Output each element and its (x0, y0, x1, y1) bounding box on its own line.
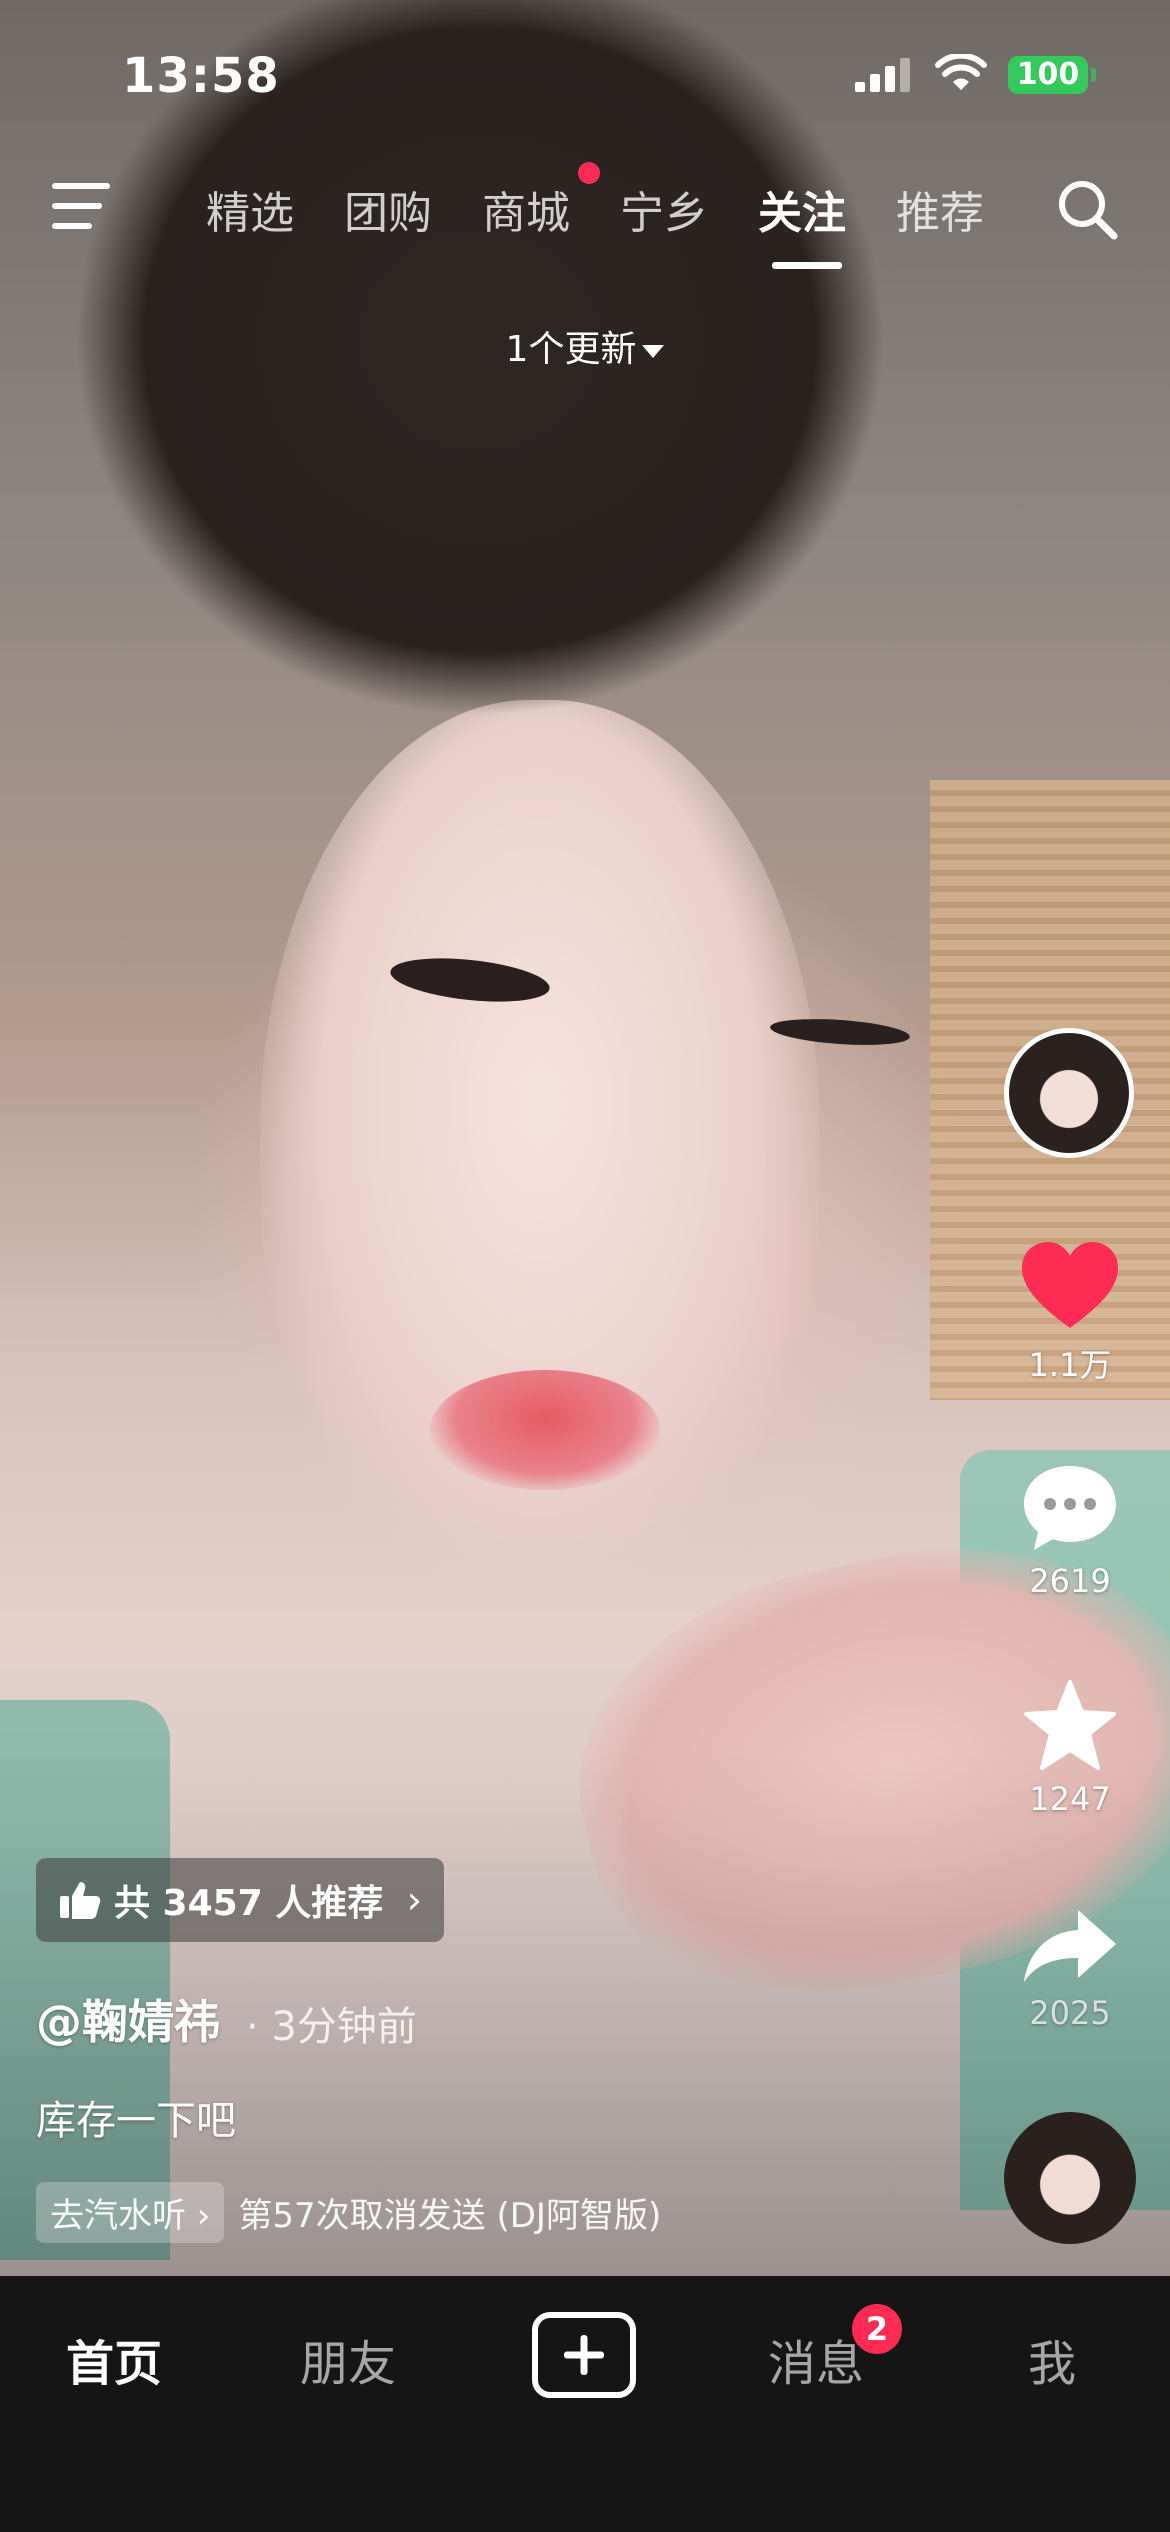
music-disc-avatar[interactable] (1004, 2112, 1136, 2244)
comment-button[interactable]: 2619 (1010, 1462, 1130, 1600)
bottom-nav-bar: 首页 朋友 消息 2 我 (0, 2276, 1170, 2532)
tab-group-buy[interactable]: 团购 (344, 177, 432, 241)
battery-level: 100 (1008, 56, 1088, 94)
video-lips (430, 1370, 660, 1490)
music-title: 第57次取消发送 (DJ阿智版) (238, 2195, 662, 2236)
nav-friends[interactable]: 朋友 (300, 2324, 396, 2394)
like-count: 1.1万 (1028, 1346, 1112, 1384)
heart-icon (1022, 1242, 1118, 1328)
tab-following[interactable]: 关注 (758, 177, 846, 241)
star-icon (1024, 1680, 1116, 1770)
recommend-pill[interactable]: 共 3457 人推荐 › (36, 1858, 444, 1942)
tab-recommend[interactable]: 推荐 (896, 177, 984, 241)
mall-notification-dot (578, 162, 600, 184)
author-name[interactable]: @鞠婧祎 (36, 1986, 220, 2052)
caret-down-icon (642, 344, 665, 358)
nav-home[interactable]: 首页 (66, 2324, 162, 2394)
active-tab-indicator (772, 262, 842, 269)
tab-featured[interactable]: 精选 (206, 177, 294, 241)
search-icon[interactable] (1054, 176, 1120, 242)
post-caption: 库存一下吧 (36, 2098, 236, 2144)
comment-count: 2619 (1029, 1562, 1111, 1600)
music-app-tag-label: 去汽水听 (50, 2195, 186, 2236)
chevron-right-icon: › (406, 1878, 422, 1922)
nav-messages[interactable]: 消息 (768, 2324, 864, 2394)
thumbs-up-icon (60, 1882, 101, 1919)
video-hair (0, 0, 1100, 1020)
music-row[interactable]: 去汽水听 › 第57次取消发送 (DJ阿智版) (36, 2181, 662, 2243)
like-button[interactable]: 1.1万 (1010, 1240, 1130, 1386)
favorite-button[interactable]: 1247 (1010, 1680, 1130, 1818)
status-bar: 13:58 100 (0, 0, 1170, 150)
music-app-tag[interactable]: 去汽水听 › (36, 2181, 225, 2243)
share-count: 2025 (1029, 1994, 1111, 2032)
favorite-count: 1247 (1029, 1780, 1111, 1818)
status-time: 13:58 (122, 48, 280, 104)
cellular-signal-icon (855, 58, 910, 92)
share-arrow-icon (1024, 1910, 1116, 1982)
recommend-text: 共 3457 人推荐 (114, 1883, 384, 1924)
author-avatar[interactable] (1004, 1028, 1134, 1158)
update-banner[interactable]: 1个更新 (0, 320, 1170, 372)
tab-mall[interactable]: 商城 (482, 177, 570, 241)
nav-me[interactable]: 我 (1028, 2324, 1076, 2394)
tab-local[interactable]: 宁乡 (620, 177, 708, 241)
create-post-button[interactable] (532, 2312, 636, 2398)
update-banner-text: 1个更新 (505, 329, 637, 370)
wifi-icon (935, 54, 987, 90)
post-time: · 3分钟前 (246, 2004, 417, 2050)
messages-badge: 2 (852, 2304, 902, 2354)
share-button[interactable]: 2025 (1010, 1906, 1130, 2046)
comment-icon (1024, 1466, 1116, 1550)
battery-tip (1091, 68, 1096, 82)
